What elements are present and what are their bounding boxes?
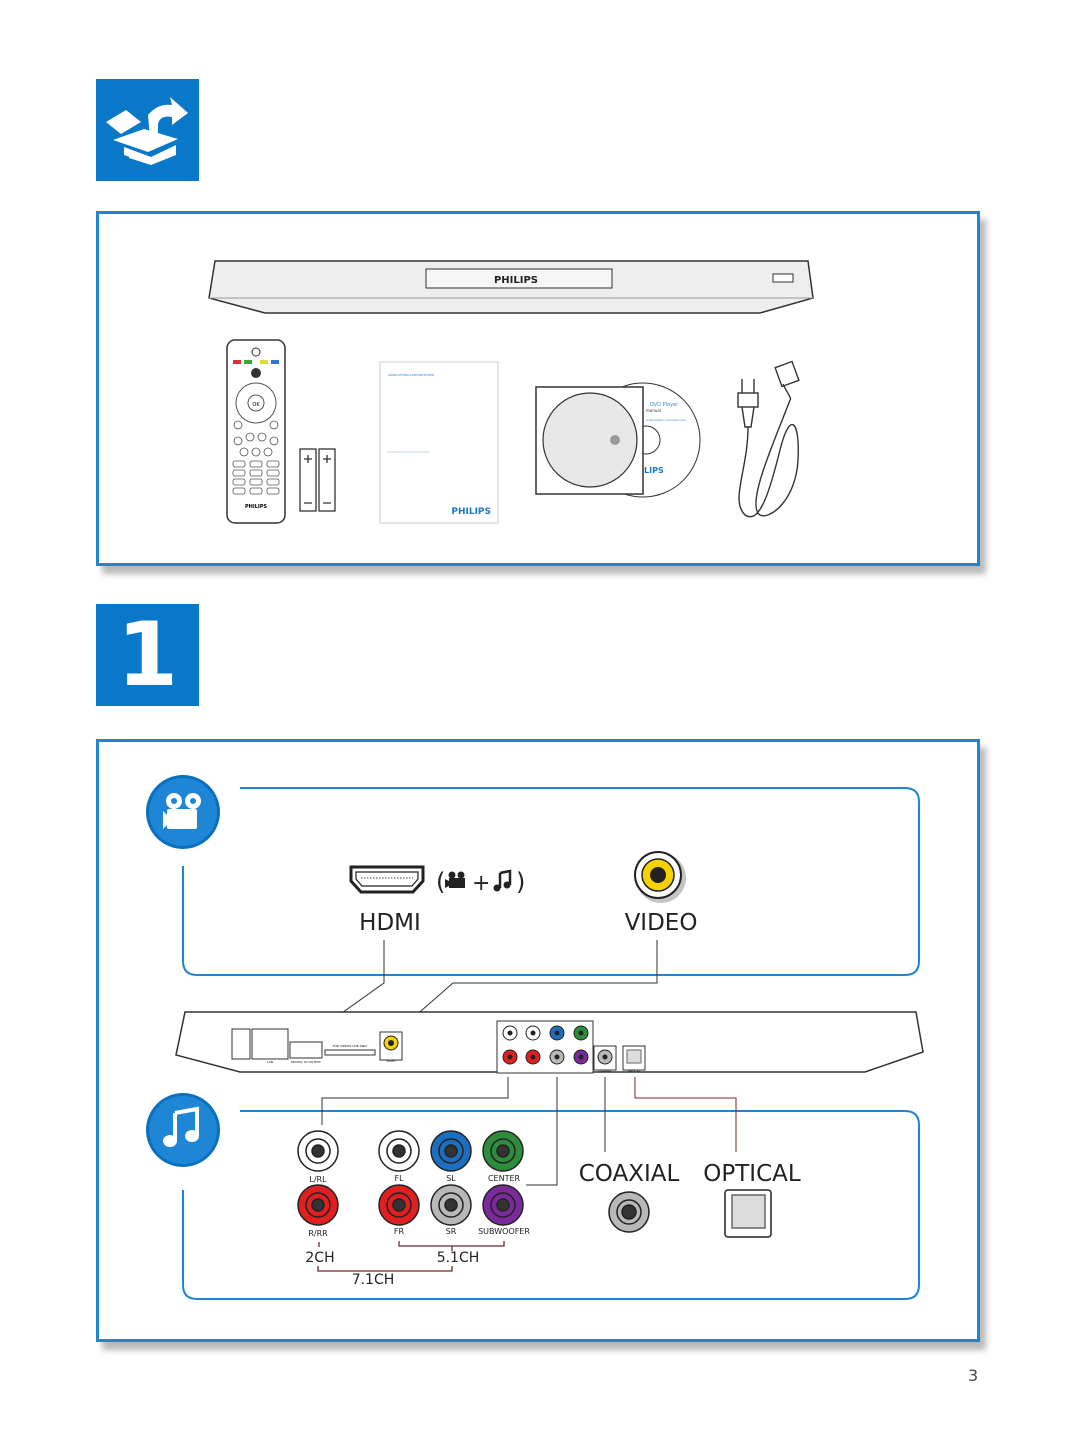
fr-label: FR xyxy=(394,1227,405,1236)
hdmi-port-icon xyxy=(349,865,425,894)
remote-control: OK PHILIPS xyxy=(226,339,286,524)
sl-label: SL xyxy=(446,1174,456,1183)
center-connector xyxy=(482,1130,524,1172)
sr-connector xyxy=(430,1184,472,1226)
video-camera-small-icon xyxy=(445,871,465,888)
unpack-box-icon xyxy=(96,79,199,181)
page-number: 3 xyxy=(968,1366,979,1385)
optical-label: OPTICAL xyxy=(703,1161,801,1187)
video-camera-icon xyxy=(146,775,220,849)
2ch-label: 2CH xyxy=(305,1250,334,1266)
audio-connectors xyxy=(297,1130,772,1238)
subwoofer-label: SUBWOOFER xyxy=(478,1227,530,1236)
rear-bd-live-label: FOR VIDEOS-LIVE ONLY xyxy=(333,1044,368,1048)
batteries xyxy=(299,448,336,512)
rear-video-label: VIDEO xyxy=(386,1059,396,1063)
rear-optical-label: OPTICAL xyxy=(628,1069,641,1073)
sr-label: SR xyxy=(446,1227,457,1236)
subwoofer-connector xyxy=(482,1184,524,1226)
remote-ok-label: OK xyxy=(252,402,260,408)
manual-url: www.philips.com/welcome xyxy=(388,373,434,377)
fl-connector xyxy=(378,1130,420,1172)
center-label: CENTER xyxy=(488,1174,521,1183)
music-note-icon xyxy=(146,1093,220,1167)
5-1ch-label: 5.1CH xyxy=(437,1250,480,1266)
connections-panel: ( + ) HDMI VIDEO LAN DIGITAL AV OUTPUT F… xyxy=(96,739,980,1342)
lrl-label: L/RL xyxy=(309,1175,327,1184)
optical-connector xyxy=(724,1189,772,1238)
blu-ray-player-rear-panel: LAN DIGITAL AV OUTPUT FOR VIDEOS-LIVE ON… xyxy=(175,1011,924,1074)
music-note-small-icon xyxy=(493,869,512,892)
coaxial-connector xyxy=(608,1191,650,1233)
hdmi-note-close: ) xyxy=(516,868,525,896)
rear-lan-label: LAN xyxy=(267,1060,273,1064)
rrr-connector xyxy=(297,1184,339,1226)
video-rca-port-icon xyxy=(634,851,686,903)
fl-label: FL xyxy=(394,1174,404,1183)
disc-brand: LIPS xyxy=(644,466,664,475)
manual-brand: PHILIPS xyxy=(451,507,491,517)
coaxial-label: COAXIAL xyxy=(579,1161,680,1187)
hdmi-note-open: ( xyxy=(436,868,445,896)
rear-coaxial-label: COAXIAL xyxy=(598,1069,611,1073)
7-1ch-label: 7.1CH xyxy=(352,1272,395,1288)
sl-connector xyxy=(430,1130,472,1172)
step-number: 1 xyxy=(116,603,179,706)
power-cord xyxy=(737,360,800,518)
user-manual: www.philips.com/welcome PHILIPS xyxy=(379,361,499,524)
box-contents-panel: PHILIPS OK PHILIPS www.philips.com/welco… xyxy=(96,211,980,566)
remote-brand: PHILIPS xyxy=(245,504,267,510)
rrr-label: R/RR xyxy=(308,1229,328,1238)
player-brand: PHILIPS xyxy=(494,275,538,286)
hdmi-label: HDMI xyxy=(359,910,421,936)
lrl-connector xyxy=(297,1130,339,1172)
fr-connector xyxy=(378,1184,420,1226)
rear-digital-av-label: DIGITAL AV OUTPUT xyxy=(291,1060,321,1064)
blu-ray-player-front: PHILIPS xyxy=(208,260,814,314)
disc-url: www.philips.com/welcome xyxy=(646,418,686,422)
video-label: VIDEO xyxy=(625,910,698,936)
disc-subtitle: manual xyxy=(646,408,661,413)
disc-in-sleeve: DVD Player manual www.philips.com/welcom… xyxy=(535,382,701,498)
hdmi-note-plus: + xyxy=(472,871,490,896)
